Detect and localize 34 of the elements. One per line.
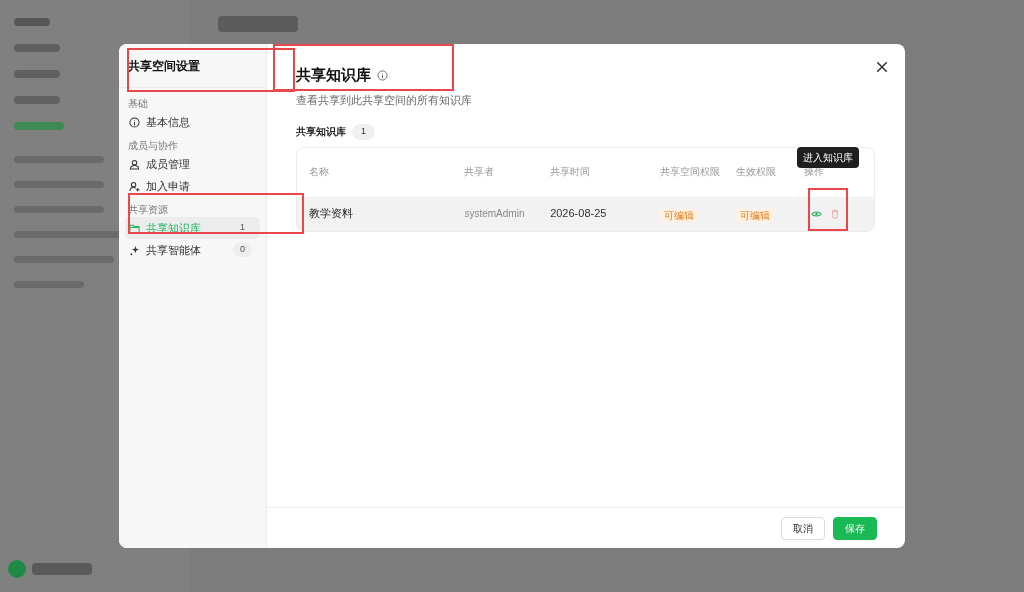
table-label: 共享知识库	[296, 125, 346, 140]
column-header: 共享空间权限	[659, 165, 721, 179]
nav-item[interactable]: 成员管理	[125, 153, 260, 175]
permission-tag: 可编辑	[659, 208, 698, 222]
info-icon	[129, 116, 140, 128]
nav-item[interactable]: 基本信息	[125, 111, 260, 133]
count-label: 0	[233, 243, 252, 257]
user-icon	[129, 158, 140, 170]
permission-tag: 可编辑	[736, 208, 775, 222]
column-header: 名称	[308, 165, 330, 179]
table-cell-text: 教学资料	[308, 206, 354, 222]
section-title: 共享知识库	[296, 65, 371, 85]
dialog-title: 共享空间设置	[119, 44, 266, 88]
nav-item[interactable]: 加入申请	[125, 175, 260, 197]
tooltip: 进入知识库	[797, 147, 859, 168]
nav-group-heading: 基础	[127, 97, 149, 111]
count-badge: 1	[352, 124, 375, 140]
folder-icon	[129, 222, 140, 234]
annotation-box	[808, 188, 848, 231]
nav-group-heading: 成员与协作	[127, 139, 179, 153]
count-label: 1	[239, 221, 246, 235]
column-header: 生效权限	[736, 165, 778, 179]
cancel-button[interactable]: 取消	[781, 516, 825, 540]
section-subtitle: 查看共享到此共享空间的所有知识库	[296, 92, 473, 108]
sparkle-icon	[129, 244, 140, 256]
table-cell-text: 2026-08-25	[550, 206, 608, 222]
info-icon	[377, 69, 388, 81]
close-button[interactable]	[875, 60, 889, 74]
eye-icon	[810, 209, 822, 218]
trash-icon	[831, 208, 840, 219]
column-header: 共享者	[464, 165, 496, 179]
user-plus-icon	[129, 180, 140, 192]
table-cell-text: systemAdmin	[464, 207, 526, 221]
column-header: 共享时间	[550, 165, 592, 179]
